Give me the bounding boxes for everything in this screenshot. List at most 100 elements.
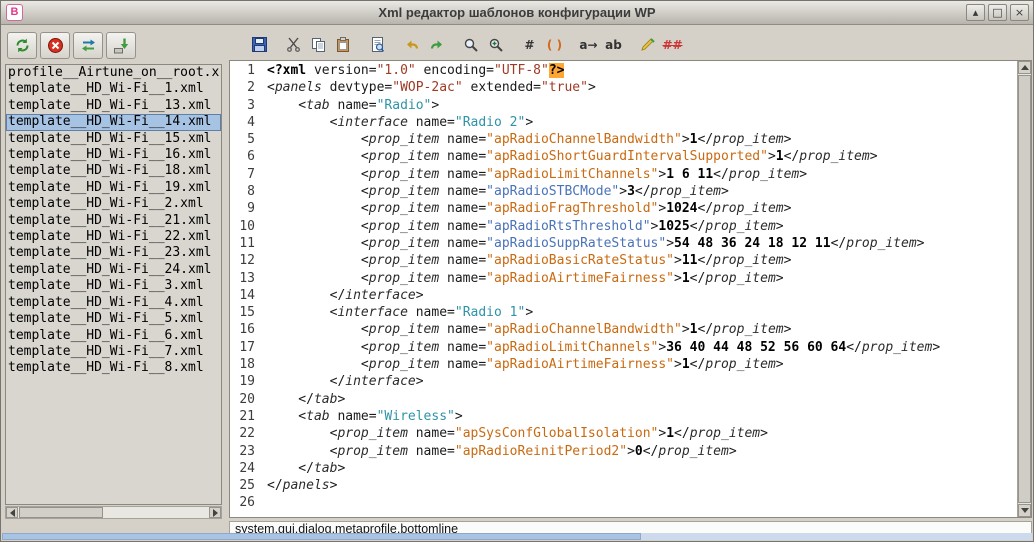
to-lowercase-button[interactable]: a→ [578,34,599,55]
line-number: 20 [230,391,261,408]
scroll-right-arrow-icon[interactable] [209,507,221,518]
code-line[interactable]: <prop_item name="apRadioChannelBandwidth… [267,321,1016,338]
refresh-button[interactable] [7,32,37,59]
code-line[interactable]: <prop_item name="apRadioAirtimeFairness"… [267,356,1016,373]
file-list-item[interactable]: template__HD_Wi-Fi__8.xml [6,360,221,376]
word-wrap-icon: ab [605,39,622,51]
file-list-item[interactable]: template__HD_Wi-Fi__6.xml [6,328,221,344]
code-line[interactable]: <?xml version="1.0" encoding="UTF-8"?> [267,62,1016,79]
code-line[interactable]: <prop_item name="apRadioSuppRateStatus">… [267,235,1016,252]
find-in-file-button[interactable] [367,34,388,55]
maximize-button[interactable]: □ [988,4,1007,21]
save-button[interactable] [249,34,270,55]
line-number: 21 [230,408,261,425]
undo-icon [404,37,420,53]
code-line[interactable]: </tab> [267,460,1016,477]
line-number: 23 [230,443,261,460]
scroll-down-arrow-icon[interactable] [1018,504,1031,517]
line-number: 1 [230,62,261,79]
find-next-button[interactable] [485,34,506,55]
xml-editor[interactable]: 1234567891011121314151617181920212223242… [229,60,1032,518]
code-line[interactable]: <prop_item name="apSysConfGlobalIsolatio… [267,425,1016,442]
word-wrap-button[interactable]: ab [603,34,624,55]
line-number: 14 [230,287,261,304]
file-list-item[interactable]: template__HD_Wi-Fi__21.xml [6,213,221,229]
code-line[interactable]: <interface name="Radio 2"> [267,114,1016,131]
code-area[interactable]: <?xml version="1.0" encoding="UTF-8"?><p… [267,62,1016,517]
file-list-item[interactable]: template__HD_Wi-Fi__3.xml [6,278,221,294]
stop-icon [47,37,64,54]
code-line[interactable]: <prop_item name="apRadioRtsThreshold">10… [267,218,1016,235]
file-list-item[interactable]: template__HD_Wi-Fi__23.xml [6,245,221,261]
line-number: 19 [230,373,261,390]
highlight-icon [640,37,656,53]
code-line[interactable]: </panels> [267,477,1016,494]
delete-button[interactable] [40,32,70,59]
hscroll-thumb[interactable] [19,507,103,518]
file-list-item[interactable]: template__HD_Wi-Fi__14.xml [6,114,221,130]
copy-button[interactable] [308,34,329,55]
close-button[interactable]: × [1010,4,1029,21]
file-list-item[interactable]: template__HD_Wi-Fi__16.xml [6,147,221,163]
vscroll-thumb[interactable] [1018,75,1031,503]
paste-button[interactable] [333,34,354,55]
code-line[interactable]: <prop_item name="apRadioAirtimeFairness"… [267,270,1016,287]
import-button[interactable] [106,32,136,59]
line-number: 13 [230,270,261,287]
panel-splitter[interactable] [223,28,228,518]
reload-button[interactable] [73,32,103,59]
file-list-item[interactable]: template__HD_Wi-Fi__24.xml [6,262,221,278]
file-list-item[interactable]: template__HD_Wi-Fi__19.xml [6,180,221,196]
editor-vscrollbar[interactable] [1017,61,1031,517]
code-line[interactable]: <tab name="Wireless"> [267,408,1016,425]
file-list-item[interactable]: profile__Airtune_on__root.x [6,65,221,81]
file-list-item[interactable]: template__HD_Wi-Fi__18.xml [6,163,221,179]
code-line[interactable]: <prop_item name="apRadioChannelBandwidth… [267,131,1016,148]
code-line[interactable]: </interface> [267,373,1016,390]
file-list-hscrollbar[interactable] [5,506,222,519]
file-list-item[interactable]: template__HD_Wi-Fi__5.xml [6,311,221,327]
finddoc-icon [370,37,385,52]
file-list-item[interactable]: template__HD_Wi-Fi__7.xml [6,344,221,360]
cut-button[interactable] [283,34,304,55]
sync-icon [80,37,97,54]
file-list-item[interactable]: template__HD_Wi-Fi__15.xml [6,131,221,147]
scroll-left-arrow-icon[interactable] [6,507,18,518]
file-list-item[interactable]: template__HD_Wi-Fi__22.xml [6,229,221,245]
cut-icon [286,37,301,52]
bottom-scrollbar[interactable] [2,533,1032,540]
code-line[interactable]: <tab name="Radio"> [267,97,1016,114]
code-line[interactable]: <prop_item name="apRadioLimitChannels">3… [267,339,1016,356]
titlebar[interactable]: B Xml редактор шаблонов конфигурации WP … [1,1,1033,25]
code-line[interactable]: <interface name="Radio 1"> [267,304,1016,321]
highlight-button[interactable] [637,34,658,55]
code-line[interactable]: <prop_item name="apRadioReinitPeriod2">0… [267,443,1016,460]
clear-highlight-button[interactable]: ## [662,34,683,55]
file-list-item[interactable]: template__HD_Wi-Fi__1.xml [6,81,221,97]
file-list-item[interactable]: template__HD_Wi-Fi__13.xml [6,98,221,114]
code-line[interactable]: <prop_item name="apRadioShortGuardInterv… [267,148,1016,165]
paste-icon [336,37,351,52]
code-line[interactable]: </tab> [267,391,1016,408]
line-numbers-button[interactable]: # [519,34,540,55]
import-icon [113,37,130,54]
code-line[interactable]: <panels devtype="WOP-2ac" extended="true… [267,79,1016,96]
line-number: 26 [230,494,261,511]
undo-button[interactable] [401,34,422,55]
file-list-item[interactable]: template__HD_Wi-Fi__4.xml [6,295,221,311]
code-line[interactable]: <prop_item name="apRadioBasicRateStatus"… [267,252,1016,269]
bottom-scroll-thumb[interactable] [2,533,641,540]
find-button[interactable] [460,34,481,55]
shade-button[interactable]: ▴ [966,4,985,21]
file-list[interactable]: profile__Airtune_on__root.xtemplate__HD_… [5,64,222,505]
code-line[interactable]: <prop_item name="apRadioLimitChannels">1… [267,166,1016,183]
code-line[interactable]: <prop_item name="apRadioFragThreshold">1… [267,200,1016,217]
redo-button[interactable] [426,34,447,55]
code-line[interactable]: </interface> [267,287,1016,304]
clear-highlight-icon: ## [662,39,682,51]
file-list-item[interactable]: template__HD_Wi-Fi__2.xml [6,196,221,212]
brackets-button[interactable]: ( ) [544,34,565,55]
scroll-up-arrow-icon[interactable] [1018,61,1031,74]
code-line[interactable]: <prop_item name="apRadioSTBCMode">3</pro… [267,183,1016,200]
code-line[interactable] [267,494,1016,511]
